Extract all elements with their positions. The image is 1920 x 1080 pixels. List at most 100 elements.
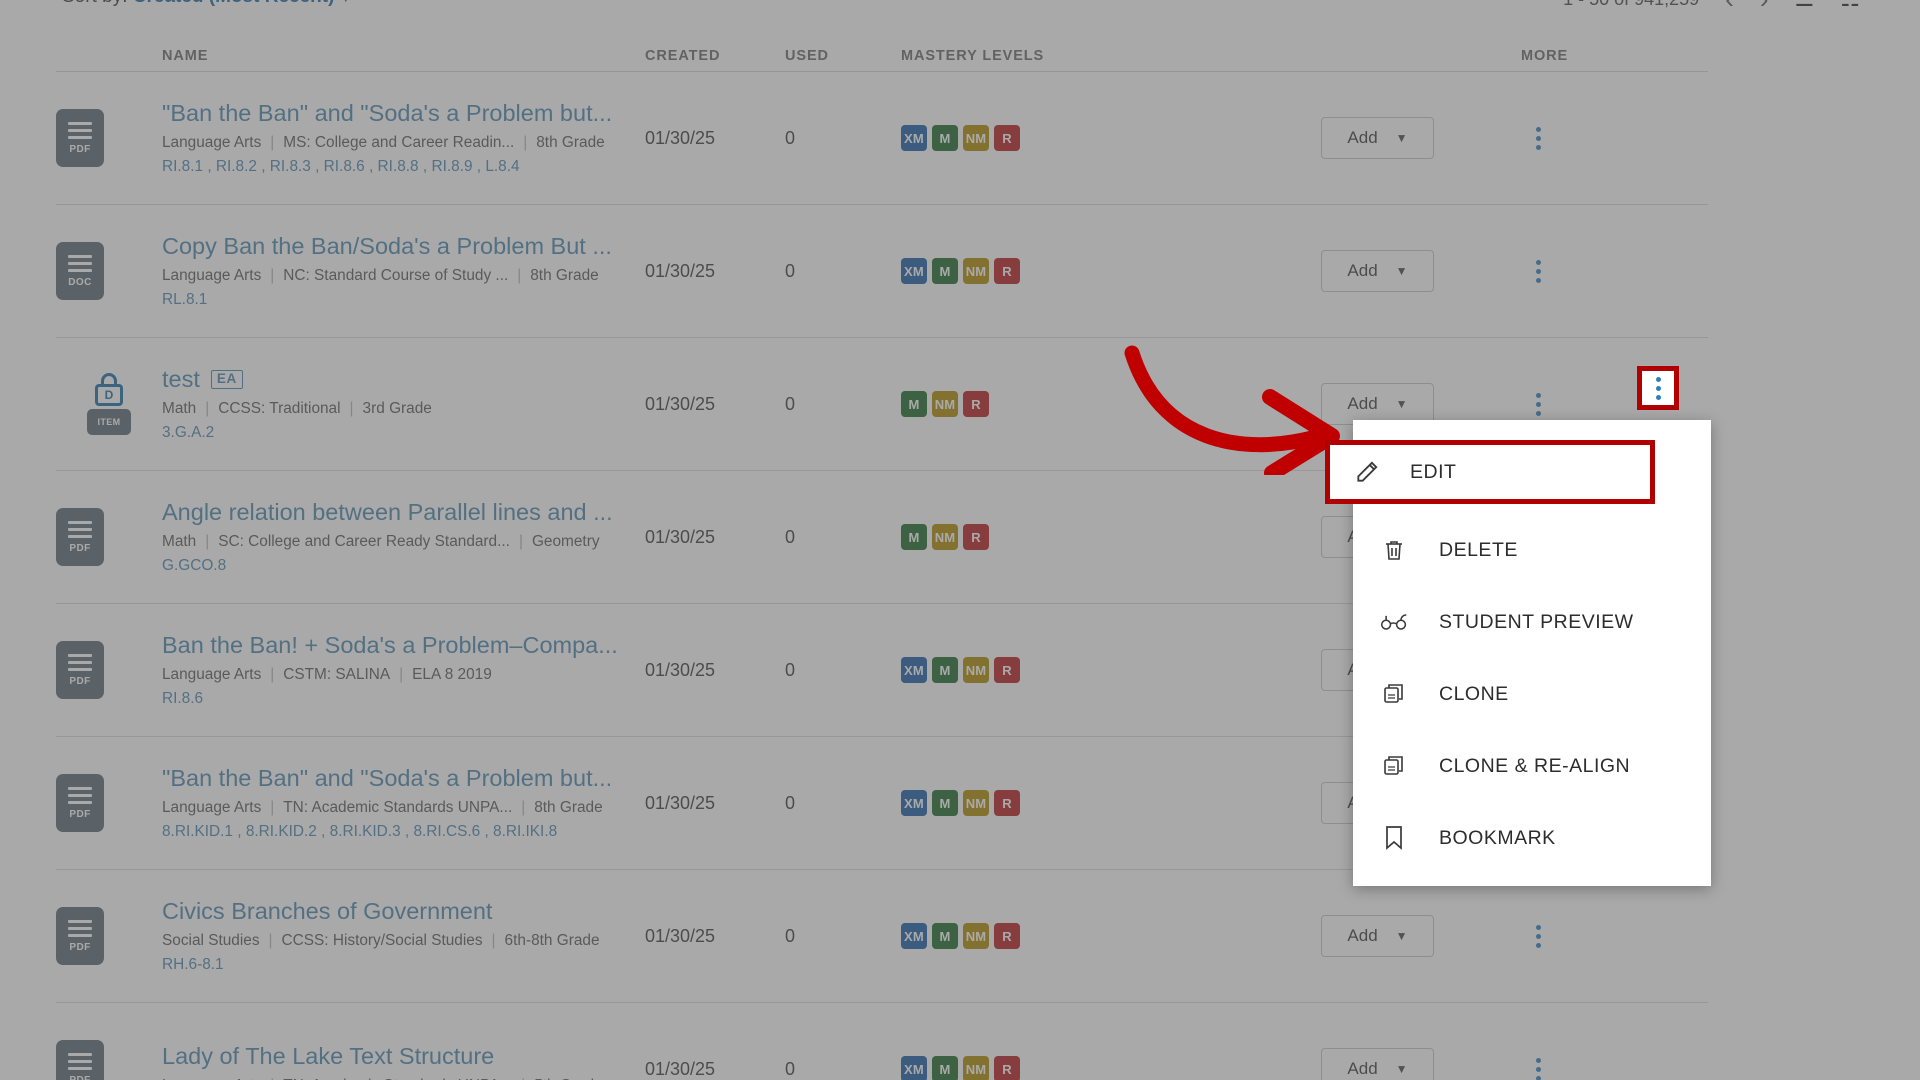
add-button-label: Add [1347,1059,1378,1078]
row-created-date: 01/30/25 [645,526,716,547]
mastery-badge-nm: NM [963,790,989,816]
row-doctype-cell: PDF [56,508,162,566]
context-menu-item-bookmark[interactable]: BOOKMARK [1353,802,1711,874]
row-meta: Language Arts | NC: Standard Course of Stu… [162,267,631,285]
row-title-link[interactable]: "Ban the Ban" and "Soda's a Problem but.… [162,765,631,791]
list-view-toggle[interactable]: ☰ [1795,0,1815,12]
prev-page-button[interactable]: ‹ [1725,0,1734,12]
row-meta: Math | CCSS: Traditional | 3rd Grade [162,400,631,418]
mastery-badge-nm: NM [963,258,989,284]
table-row[interactable]: PDF Civics Branches of Government Social S… [56,870,1708,1003]
mastery-badge-group: XM M NM R [901,657,1321,683]
next-page-button[interactable]: › [1760,0,1769,12]
row-more-cell [1521,919,1631,953]
table-row[interactable]: PDF Lady of The Lake Text Structure Langua… [56,1003,1708,1080]
row-more-button[interactable] [1521,1052,1555,1080]
row-meta: Language Arts | TN: Academic Standards UNP… [162,1077,631,1080]
row-title-link[interactable]: Copy Ban the Ban/Soda's a Problem But ..… [162,233,631,259]
meta-separator: | [270,798,275,816]
row-grade: 8th Grade [536,133,605,151]
pagination-controls: 1 - 50 of 941,259 ‹ › ☰ ☷ [1563,0,1860,12]
copy-icon [1379,679,1409,709]
context-menu-item-student-preview[interactable]: STUDENT PREVIEW [1353,586,1711,658]
row-standards[interactable]: 8.RI.KID.1 , 8.RI.KID.2 , 8.RI.KID.3 , 8… [162,823,631,841]
row-more-button-active[interactable] [1637,366,1679,410]
table-row[interactable]: DOC Copy Ban the Ban/Soda's a Problem But… [56,205,1708,338]
row-created-date: 01/30/25 [645,127,716,148]
table-header-row: NAME CREATED USED MASTERY LEVELS MORE [56,36,1708,72]
row-meta: Language Arts | CSTM: SALINA | ELA 8 2019 [162,666,631,684]
row-add-cell: Add ▼ [1321,915,1521,957]
row-title-link[interactable]: "Ban the Ban" and "Soda's a Problem but.… [162,100,631,126]
row-title-text: Angle relation between Parallel lines an… [162,499,613,526]
row-created-date: 01/30/25 [645,925,716,946]
row-mastery-cell: XM M NM R [901,1056,1321,1080]
context-menu-item-clone[interactable]: CLONE [1353,658,1711,730]
row-title-link[interactable]: test EA [162,366,631,392]
row-mastery-cell: XM M NM R [901,657,1321,683]
row-title-link[interactable]: Angle relation between Parallel lines an… [162,499,631,525]
row-used-count: 0 [785,792,796,813]
row-meta: Language Arts | MS: College and Career Rea… [162,134,631,152]
row-context-menu: EDIT DELETE STUDENT PREVIEW CLONE CLONE & RE… [1325,420,1711,886]
doctype-icon-item: ITEM [87,409,131,435]
kebab-dot [1535,392,1541,398]
row-name-cell: Lady of The Lake Text Structure Language … [162,1043,645,1080]
add-button[interactable]: Add ▼ [1321,915,1434,957]
row-used-count: 0 [785,127,796,148]
row-more-cell [1521,254,1631,288]
add-button[interactable]: Add ▼ [1321,1048,1434,1080]
row-more-cell [1521,387,1631,421]
add-button[interactable]: Add ▼ [1321,117,1434,159]
add-button[interactable]: Add ▼ [1321,250,1434,292]
locked-resource-indicator: D ITEM [56,373,162,435]
row-title-link[interactable]: Ban the Ban! + Soda's a Problem–Compa... [162,632,631,658]
row-framework: TN: Academic Standards UNPA... [283,798,513,816]
row-grade: 8th Grade [534,798,603,816]
row-grade: 6th-8th Grade [504,931,600,949]
row-add-cell: Add ▼ [1321,117,1521,159]
mastery-badge-xm: XM [901,258,927,284]
row-grade: Geometry [531,532,600,550]
meta-separator: | [270,665,275,683]
meta-separator: | [205,532,210,550]
context-menu-item-label: BOOKMARK [1439,826,1556,849]
row-subject: Language Arts [162,133,262,151]
meta-separator: | [270,1077,274,1080]
mastery-badge-r: R [963,524,989,550]
mastery-badge-group: M NM R [901,524,1321,550]
row-more-button[interactable] [1521,254,1555,288]
row-framework: CSTM: SALINA [283,665,391,683]
sort-by-control[interactable]: Sort by: Created (Most Recent) ▼ [62,0,352,8]
row-doctype-cell: DOC [56,242,162,300]
meta-separator: | [521,798,526,816]
col-name: NAME [162,48,209,64]
row-standards[interactable]: RL.8.1 [162,291,631,309]
meta-separator: | [491,931,496,949]
row-add-cell: Add ▼ [1321,250,1521,292]
row-name-cell: "Ban the Ban" and "Soda's a Problem but.… [162,765,645,840]
mastery-badge-xm: XM [901,657,927,683]
grid-view-toggle[interactable]: ☷ [1840,0,1860,12]
row-title-text: "Ban the Ban" and "Soda's a Problem but.… [162,765,613,792]
row-standards[interactable]: RI.8.6 [162,690,631,708]
mastery-badge-nm: NM [932,524,958,550]
row-more-button[interactable] [1521,919,1555,953]
row-title-link[interactable]: Civics Branches of Government [162,898,631,924]
row-standards[interactable]: 3.G.A.2 [162,424,631,442]
row-framework: CCSS: History/Social Studies [281,931,483,949]
row-title-link[interactable]: Lady of The Lake Text Structure [162,1043,631,1069]
row-more-button[interactable] [1521,387,1555,421]
row-standards[interactable]: G.GCO.8 [162,557,631,575]
context-menu-item-clone-re-align[interactable]: CLONE & RE-ALIGN [1353,730,1711,802]
context-menu-item-delete[interactable]: DELETE [1353,514,1711,586]
row-standards[interactable]: RI.8.1 , RI.8.2 , RI.8.3 , RI.8.6 , RI.8… [162,158,631,176]
row-more-button[interactable] [1521,121,1555,155]
mastery-badge-nm: NM [963,657,989,683]
row-framework: NC: Standard Course of Study ... [283,266,509,284]
row-meta: Social Studies | CCSS: History/Social Stud… [162,932,631,950]
meta-separator: | [518,532,523,550]
table-row[interactable]: PDF "Ban the Ban" and "Soda's a Problem b… [56,72,1708,205]
row-standards[interactable]: RH.6-8.1 [162,956,631,974]
context-menu-item-edit[interactable]: EDIT [1325,440,1655,504]
